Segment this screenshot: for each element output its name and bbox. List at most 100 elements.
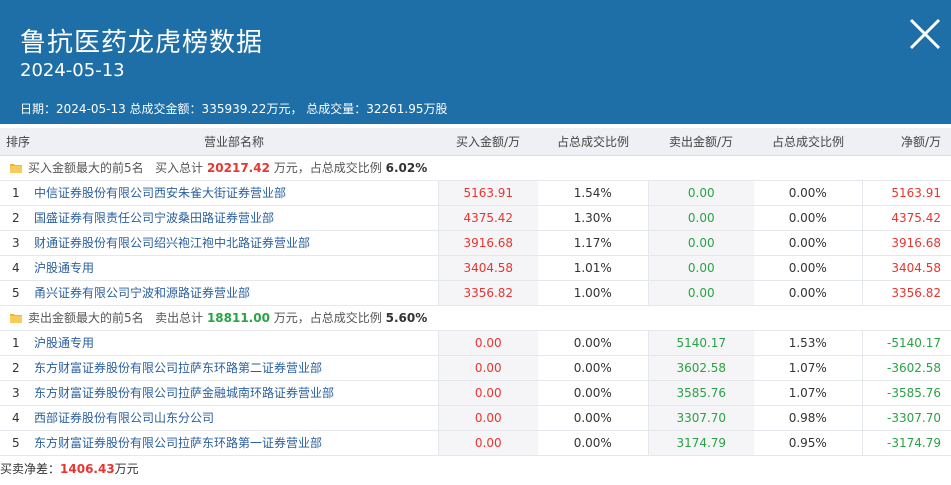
sell-pct-cell: 0.98%: [754, 405, 862, 431]
sell-pct-cell: 0.00%: [754, 230, 862, 256]
branch-name-cell: 财通证券股份有限公司绍兴袍江袍中北路证券营业部: [30, 230, 438, 256]
buy-amount-cell: 5163.91: [437, 180, 538, 206]
sell-pct-cell: 0.00%: [754, 180, 862, 206]
rank-cell: 3: [0, 230, 30, 256]
branch-name-link[interactable]: 沪股通专用: [34, 336, 94, 350]
sell-amount-cell: 0.00: [647, 280, 754, 306]
branch-name-cell: 中信证券股份有限公司西安朱雀大街证券营业部: [30, 180, 438, 206]
col-buy-amount: 买入金额/万: [438, 128, 538, 156]
buy-amount-cell: 0.00: [437, 405, 538, 431]
sell-amount-cell: 0.00: [647, 230, 754, 256]
table-row: 3 财通证券股份有限公司绍兴袍江袍中北路证券营业部 3916.68 1.17% 0.00…: [0, 230, 951, 256]
rank-cell: 1: [0, 330, 30, 356]
buy-amount-cell: 3916.68: [437, 230, 538, 256]
sell-total-pct: 5.60%: [385, 311, 428, 325]
buy-pct-cell: 1.54%: [538, 180, 648, 206]
buy-pct-cell: 0.00%: [538, 405, 648, 431]
net-amount-cell: -5140.17: [861, 330, 951, 356]
rank-cell: 3: [0, 380, 30, 406]
branch-name-link[interactable]: 东方财富证券股份有限公司拉萨东环路第二证券营业部: [34, 361, 322, 375]
branch-name-link[interactable]: 沪股通专用: [34, 261, 94, 275]
page-date: 2024-05-13: [20, 60, 125, 81]
branch-name-cell: 沪股通专用: [30, 330, 438, 356]
buy-group-header: 买入金额最大的前5名 买入总计 20217.42 万元，占总成交比例 6.02%: [0, 155, 951, 181]
close-icon: [909, 18, 941, 50]
branch-name-cell: 东方财富证券股份有限公司拉萨东环路第一证券营业部: [30, 430, 438, 456]
net-amount-cell: 3916.68: [861, 230, 951, 256]
table-row: 1 中信证券股份有限公司西安朱雀大街证券营业部 5163.91 1.54% 0.00 0.…: [0, 180, 951, 206]
table-row: 5 甬兴证券有限公司宁波和源路证券营业部 3356.82 1.00% 0.00 0.00%…: [0, 280, 951, 306]
sell-pct-cell: 1.07%: [754, 355, 862, 381]
sell-amount-cell: 3602.58: [647, 355, 754, 381]
branch-name-link[interactable]: 中信证券股份有限公司西安朱雀大街证券营业部: [34, 186, 286, 200]
sell-amount-cell: 3174.79: [647, 430, 754, 456]
buy-unit-text: 万元，占总成交比例: [273, 161, 382, 175]
table-row: 5 东方财富证券股份有限公司拉萨东环路第一证券营业部 0.00 0.00% 3174.7…: [0, 430, 951, 456]
buy-pct-cell: 1.17%: [538, 230, 648, 256]
sell-group-label: 卖出金额最大的前5名: [28, 311, 144, 325]
net-amount-cell: 4375.42: [861, 205, 951, 231]
folder-icon: [10, 164, 22, 173]
table-row: 2 东方财富证券股份有限公司拉萨东环路第二证券营业部 0.00 0.00% 3602.5…: [0, 355, 951, 381]
sell-pct-cell: 0.00%: [754, 205, 862, 231]
sell-unit-text: 万元，占总成交比例: [273, 311, 382, 325]
buy-amount-cell: 0.00: [437, 430, 538, 456]
col-sell-amount: 卖出金额/万: [648, 128, 754, 156]
branch-name-link[interactable]: 甬兴证券有限公司宁波和源路证券营业部: [34, 286, 250, 300]
rank-cell: 5: [0, 430, 30, 456]
sell-amount-cell: 3585.76: [647, 380, 754, 406]
col-rank: 排序: [0, 128, 30, 156]
net-amount-cell: -3307.70: [861, 405, 951, 431]
buy-total-pct: 6.02%: [385, 161, 428, 175]
sell-amount-cell: 0.00: [647, 255, 754, 281]
col-net-amount: 净额/万: [862, 128, 951, 156]
rank-cell: 2: [0, 355, 30, 381]
dragon-tiger-table: 排序 营业部名称 买入金额/万 占总成交比例 卖出金额/万 占总成交比例 净额/…: [0, 128, 951, 456]
buy-group-label: 买入金额最大的前5名: [28, 161, 144, 175]
sell-group-header: 卖出金额最大的前5名 卖出总计 18811.00 万元，占总成交比例 5.60%: [0, 305, 951, 331]
net-difference-label: 买卖净差：: [0, 462, 61, 476]
rank-cell: 2: [0, 205, 30, 231]
branch-name-link[interactable]: 东方财富证券股份有限公司拉萨金融城南环路证券营业部: [34, 386, 334, 400]
sell-pct-cell: 1.07%: [754, 380, 862, 406]
net-amount-cell: 3404.58: [861, 255, 951, 281]
sell-pct-cell: 0.00%: [754, 280, 862, 306]
folder-icon: [10, 314, 22, 323]
close-button[interactable]: [905, 14, 945, 54]
buy-total-prefix: 买入总计: [155, 161, 204, 175]
net-amount-cell: -3174.79: [861, 430, 951, 456]
sell-pct-cell: 1.53%: [754, 330, 862, 356]
branch-name-cell: 西部证券股份有限公司山东分公司: [30, 405, 438, 431]
buy-amount-cell: 0.00: [437, 355, 538, 381]
table-row: 4 沪股通专用 3404.58 1.01% 0.00 0.00% 3404.58: [0, 255, 951, 281]
net-amount-cell: 5163.91: [861, 180, 951, 206]
buy-pct-cell: 0.00%: [538, 380, 648, 406]
net-difference-value: 1406.43: [60, 462, 115, 476]
sell-amount-cell: 0.00: [647, 205, 754, 231]
trade-summary: 日期：2024-05-13 总成交金额：335939.22万元， 总成交量：32…: [20, 102, 448, 116]
branch-name-link[interactable]: 国盛证券有限责任公司宁波桑田路证券营业部: [34, 211, 274, 225]
table-row: 3 东方财富证券股份有限公司拉萨金融城南环路证券营业部 0.00 0.00% 3585.…: [0, 380, 951, 406]
branch-name-link[interactable]: 东方财富证券股份有限公司拉萨东环路第一证券营业部: [34, 436, 322, 450]
net-amount-cell: -3585.76: [861, 380, 951, 406]
buy-pct-cell: 0.00%: [538, 355, 648, 381]
branch-name-cell: 国盛证券有限责任公司宁波桑田路证券营业部: [30, 205, 438, 231]
buy-amount-cell: 3404.58: [437, 255, 538, 281]
col-branch-name: 营业部名称: [30, 128, 438, 156]
table-row: 4 西部证券股份有限公司山东分公司 0.00 0.00% 3307.70 0.98% -33…: [0, 405, 951, 431]
buy-total-value: 20217.42: [206, 161, 270, 175]
net-amount-cell: 3356.82: [861, 280, 951, 306]
branch-name-cell: 东方财富证券股份有限公司拉萨东环路第二证券营业部: [30, 355, 438, 381]
branch-name-cell: 东方财富证券股份有限公司拉萨金融城南环路证券营业部: [30, 380, 438, 406]
buy-amount-cell: 4375.42: [437, 205, 538, 231]
buy-amount-cell: 0.00: [437, 330, 538, 356]
buy-pct-cell: 1.01%: [538, 255, 648, 281]
branch-name-link[interactable]: 财通证券股份有限公司绍兴袍江袍中北路证券营业部: [34, 236, 310, 250]
branch-name-link[interactable]: 西部证券股份有限公司山东分公司: [34, 411, 214, 425]
net-difference-unit: 万元: [114, 462, 139, 476]
page-title: 鲁抗医药龙虎榜数据: [20, 28, 264, 58]
sell-pct-cell: 0.95%: [754, 430, 862, 456]
buy-pct-cell: 1.30%: [538, 205, 648, 231]
buy-amount-cell: 0.00: [437, 380, 538, 406]
net-difference: 买卖净差：1406.43万元: [0, 460, 139, 477]
